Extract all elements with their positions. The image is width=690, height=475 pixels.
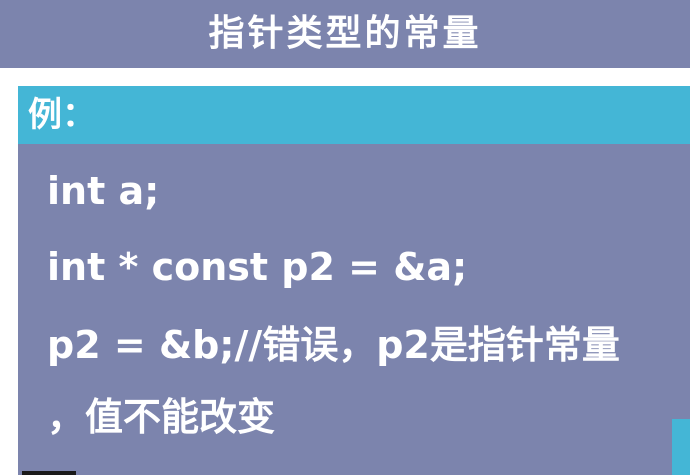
code-line-1: int a; [47,169,160,213]
bottom-bar [22,471,76,475]
title-bar: 指针类型的常量 [0,0,690,68]
corner-accent [672,419,690,475]
code-line-4: ，值不能改变 [47,395,276,439]
example-label: 例： [28,95,96,135]
code-line-2: int * const p2 = &a; [47,245,468,289]
code-line-3: p2 = &b;//错误，p2是指针常量 [47,323,620,367]
example-box: 例： int a; int * const p2 = &a; p2 = &b;/… [18,86,690,475]
slide-title: 指针类型的常量 [208,13,482,54]
example-header: 例： [18,86,690,144]
